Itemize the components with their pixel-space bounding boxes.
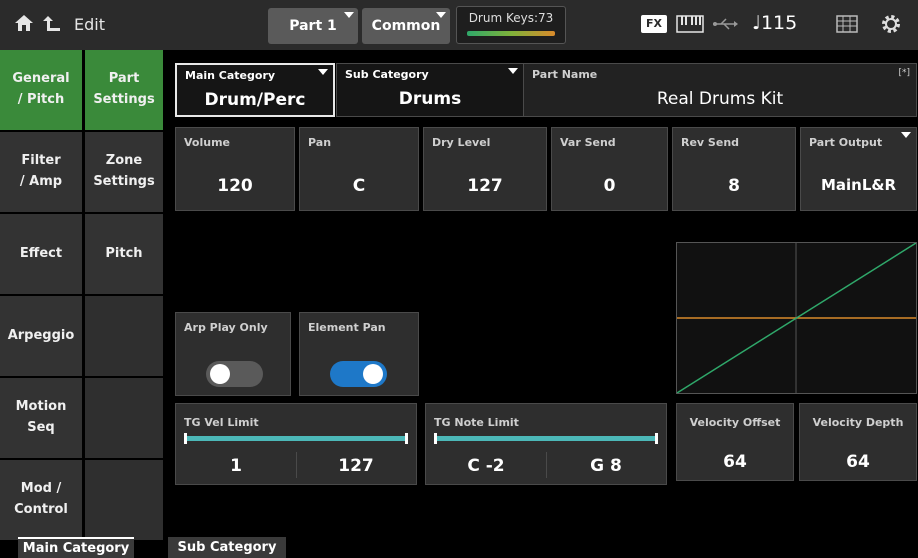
part-name-edited-mark: [*] xyxy=(898,68,910,78)
toggle-knob xyxy=(363,364,383,384)
sub-category-field[interactable]: Sub Category Drums xyxy=(336,63,524,117)
arp-play-only-label: Arp Play Only xyxy=(184,321,268,334)
rev-send-label: Rev Send xyxy=(681,136,740,149)
pan-value: C xyxy=(352,176,366,196)
tg-vel-limit-bar[interactable] xyxy=(184,433,408,444)
tg-vel-limit-label: TG Vel Limit xyxy=(184,416,259,429)
volume-value: 120 xyxy=(217,176,253,196)
var-send-label: Var Send xyxy=(560,136,616,149)
bottom-tab-sub-category[interactable]: Sub Category xyxy=(168,537,286,558)
main-category-value: Drum/Perc xyxy=(204,90,306,110)
dry-level-param[interactable]: Dry Level 127 xyxy=(423,127,547,211)
velocity-depth-param[interactable]: Velocity Depth 64 xyxy=(799,403,917,481)
tg-note-limit-bar[interactable] xyxy=(434,433,658,444)
subnav-empty-slot xyxy=(85,460,163,540)
volume-label: Volume xyxy=(184,136,230,149)
gear-icon[interactable] xyxy=(880,13,902,35)
dropdown-arrow-icon xyxy=(508,68,518,74)
velocity-curve-graph xyxy=(676,242,917,394)
dropdown-arrow-icon xyxy=(344,12,354,18)
nav-mod-control[interactable]: Mod / Control xyxy=(0,460,82,540)
nav-arpeggio[interactable]: Arpeggio xyxy=(0,296,82,376)
volume-param[interactable]: Volume 120 xyxy=(175,127,295,211)
part-label: Part 1 xyxy=(289,18,337,34)
dropdown-arrow-icon xyxy=(318,69,328,75)
pan-param[interactable]: Pan C xyxy=(299,127,419,211)
nav-filter-amp[interactable]: Filter / Amp xyxy=(0,132,82,212)
element-pan-label: Element Pan xyxy=(308,321,386,334)
dropdown-arrow-icon xyxy=(436,12,446,18)
subnav-zone-settings[interactable]: Zone Settings xyxy=(85,132,163,212)
tempo-label[interactable]: ♩115 xyxy=(752,12,797,34)
subnav-empty-slot xyxy=(85,296,163,376)
velocity-depth-label: Velocity Depth xyxy=(812,416,904,429)
arp-play-only-toggle[interactable] xyxy=(206,361,263,387)
pan-label: Pan xyxy=(308,136,332,149)
nav-column-2: Part Settings Zone Settings Pitch xyxy=(85,50,163,542)
part-output-label: Part Output xyxy=(809,136,883,149)
tg-vel-limit-high[interactable]: 127 xyxy=(296,456,416,476)
tg-note-limit[interactable]: TG Note Limit C -2 G 8 xyxy=(425,403,667,485)
common-button[interactable]: Common xyxy=(362,8,450,44)
keyboard-icon[interactable] xyxy=(676,14,704,34)
usb-icon xyxy=(713,18,738,30)
subnav-empty-slot xyxy=(85,378,163,458)
tg-note-limit-label: TG Note Limit xyxy=(434,416,519,429)
part-output-value: MainL&R xyxy=(820,176,897,194)
drum-keys-bar xyxy=(467,31,555,36)
main-category-field[interactable]: Main Category Drum/Perc xyxy=(175,63,335,117)
nav-motion-seq[interactable]: Motion Seq xyxy=(0,378,82,458)
rev-send-param[interactable]: Rev Send 8 xyxy=(672,127,796,211)
subnav-part-settings[interactable]: Part Settings xyxy=(85,50,163,130)
dry-level-label: Dry Level xyxy=(432,136,491,149)
element-pan-toggle[interactable] xyxy=(330,361,387,387)
tg-vel-limit[interactable]: TG Vel Limit 1 127 xyxy=(175,403,417,485)
home-icon[interactable] xyxy=(14,13,34,33)
part-select-button[interactable]: Part 1 xyxy=(268,8,358,44)
part-output-param[interactable]: Part Output MainL&R xyxy=(800,127,917,211)
nav-general-pitch[interactable]: General / Pitch xyxy=(0,50,82,130)
var-send-value: 0 xyxy=(603,176,616,196)
tg-note-limit-high[interactable]: G 8 xyxy=(546,456,666,476)
bottom-tab-main-category[interactable]: Main Category xyxy=(18,537,134,558)
part-name-value: Real Drums Kit xyxy=(656,89,784,109)
velocity-offset-label: Velocity Offset xyxy=(689,416,781,429)
fx-icon[interactable]: FX xyxy=(641,15,667,33)
dropdown-arrow-icon xyxy=(901,132,911,138)
main-category-label: Main Category xyxy=(185,69,276,82)
sub-category-label: Sub Category xyxy=(345,68,429,81)
drum-keys-label: Drum Keys:73 xyxy=(468,11,554,25)
drum-keys-indicator[interactable]: Drum Keys:73 xyxy=(456,6,566,44)
dry-level-value: 127 xyxy=(467,176,503,196)
tg-vel-limit-low[interactable]: 1 xyxy=(176,456,296,476)
edit-label: Edit xyxy=(74,15,105,34)
nav-column-1: General / Pitch Filter / Amp Effect Arpe… xyxy=(0,50,82,542)
arp-play-only-switch[interactable]: Arp Play Only xyxy=(175,312,291,396)
velocity-offset-param[interactable]: Velocity Offset 64 xyxy=(676,403,794,481)
sub-category-value: Drums xyxy=(398,89,462,109)
velocity-offset-value: 64 xyxy=(723,452,747,472)
toggle-knob xyxy=(210,364,230,384)
part-name-field[interactable]: Part Name [*] Real Drums Kit xyxy=(524,63,917,117)
part-name-label: Part Name xyxy=(532,68,598,81)
tg-note-limit-low[interactable]: C -2 xyxy=(426,456,546,476)
var-send-param[interactable]: Var Send 0 xyxy=(551,127,668,211)
rev-send-value: 8 xyxy=(728,176,740,196)
back-icon[interactable] xyxy=(42,13,62,33)
velocity-depth-value: 64 xyxy=(846,452,870,472)
subnav-pitch[interactable]: Pitch xyxy=(85,214,163,294)
grid-icon[interactable] xyxy=(836,15,858,33)
element-pan-switch[interactable]: Element Pan xyxy=(299,312,419,396)
top-bar: Edit Part 1 Common Drum Keys:73 FX ♩115 xyxy=(0,0,918,50)
common-label: Common xyxy=(371,18,441,34)
nav-effect[interactable]: Effect xyxy=(0,214,82,294)
